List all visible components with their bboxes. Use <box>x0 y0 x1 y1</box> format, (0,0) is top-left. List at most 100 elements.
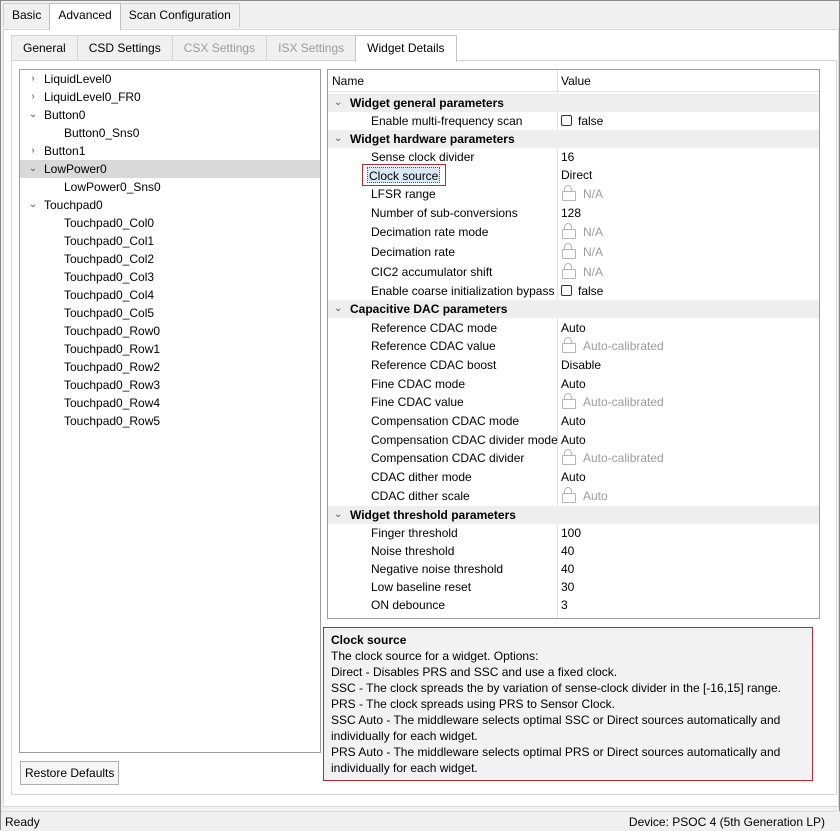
tree-item[interactable]: › LiquidLevel0_FR0 <box>20 88 320 106</box>
tab-general[interactable]: General <box>11 35 78 60</box>
property-row[interactable]: Finger threshold 100 <box>328 524 819 542</box>
chevron-down-icon[interactable]: ⌄ <box>334 94 342 112</box>
tree-item[interactable]: › Button1 <box>20 142 320 160</box>
property-row[interactable]: Negative noise threshold 40 <box>328 560 819 578</box>
property-grid[interactable]: Name Value ⌄ Widget general parameters E… <box>327 69 820 619</box>
tree-item[interactable]: ⌄ Touchpad0 <box>20 196 320 214</box>
property-value[interactable]: 100 <box>561 524 581 542</box>
category-row[interactable]: ⌄ Widget general parameters <box>328 94 819 112</box>
tab-basic[interactable]: Basic <box>3 3 51 27</box>
tree-item-label: Touchpad0_Row5 <box>64 414 161 428</box>
checkbox[interactable] <box>561 285 572 296</box>
property-row[interactable]: Compensation CDAC divider Auto-calibrate… <box>328 449 819 467</box>
property-row[interactable]: Number of sub-conversions 128 <box>328 204 819 222</box>
selected-property-highlight[interactable]: Clock source <box>362 164 446 186</box>
chevron-down-icon[interactable]: ⌄ <box>26 106 40 124</box>
category-row[interactable]: ⌄ Widget threshold parameters <box>328 506 819 524</box>
chevron-right-icon[interactable]: › <box>26 142 40 160</box>
property-value: N/A <box>561 185 603 203</box>
property-row[interactable]: CDAC dither scale Auto <box>328 487 819 505</box>
property-row[interactable]: Reference CDAC mode Auto <box>328 319 819 337</box>
property-row[interactable]: Fine CDAC value Auto-calibrated <box>328 393 819 411</box>
tree-item[interactable]: › LiquidLevel0 <box>20 70 320 88</box>
property-value[interactable]: 3 <box>561 596 568 614</box>
property-row[interactable]: Low baseline reset 30 <box>328 578 819 596</box>
property-value[interactable]: 40 <box>561 542 574 560</box>
property-row[interactable]: Decimation rate mode N/A <box>328 223 819 241</box>
property-value[interactable]: Disable <box>561 356 601 374</box>
tree-item[interactable]: Touchpad0_Row0 <box>20 322 320 340</box>
property-row[interactable]: Noise threshold 40 <box>328 542 819 560</box>
property-name: LFSR range <box>371 187 436 201</box>
tree-item[interactable]: LowPower0_Sns0 <box>20 178 320 196</box>
lock-icon <box>561 393 576 409</box>
tree-item[interactable]: Touchpad0_Col5 <box>20 304 320 322</box>
property-row[interactable]: LFSR range N/A <box>328 185 819 203</box>
category-row[interactable]: ⌄ Widget hardware parameters <box>328 130 819 148</box>
property-value[interactable]: false <box>561 282 603 300</box>
tree-item[interactable]: Touchpad0_Row3 <box>20 376 320 394</box>
restore-defaults-button[interactable]: Restore Defaults <box>20 761 120 785</box>
property-value[interactable]: Auto <box>561 375 586 393</box>
property-value[interactable]: Auto <box>561 468 586 486</box>
tree-item[interactable]: Touchpad0_Row2 <box>20 358 320 376</box>
property-value[interactable]: Direct <box>561 166 592 184</box>
property-row[interactable]: Enable coarse initialization bypass fals… <box>328 282 819 300</box>
tab-widget-details[interactable]: Widget Details <box>355 35 457 62</box>
property-value[interactable]: 30 <box>561 578 574 596</box>
tree-item-label: Touchpad0_Col5 <box>64 306 155 320</box>
property-value[interactable]: 128 <box>561 204 581 222</box>
tree-item[interactable]: ⌄ Button0 <box>20 106 320 124</box>
tree-item[interactable]: Touchpad0_Row5 <box>20 412 320 430</box>
property-row[interactable]: Compensation CDAC mode Auto <box>328 412 819 430</box>
tab-csd-settings[interactable]: CSD Settings <box>76 35 173 60</box>
tree-item[interactable]: Touchpad0_Row1 <box>20 340 320 358</box>
column-header-value[interactable]: Value <box>561 74 591 88</box>
selected-property-name[interactable]: Clock source <box>367 167 441 183</box>
property-value[interactable]: false <box>561 112 603 130</box>
tree-item[interactable]: Button0_Sns0 <box>20 124 320 142</box>
chevron-down-icon[interactable]: ⌄ <box>334 130 342 148</box>
property-name: Decimation rate <box>371 245 456 259</box>
property-row[interactable]: CIC2 accumulator shift N/A <box>328 263 819 281</box>
property-name: CDAC dither mode <box>371 470 472 484</box>
tree-item[interactable]: Touchpad0_Col3 <box>20 268 320 286</box>
tree-item[interactable]: Touchpad0_Col0 <box>20 214 320 232</box>
property-row[interactable]: ON debounce 3 <box>328 596 819 614</box>
property-row[interactable]: CDAC dither mode Auto <box>328 468 819 486</box>
tree-item[interactable]: Touchpad0_Row4 <box>20 394 320 412</box>
property-row[interactable]: Fine CDAC mode Auto <box>328 375 819 393</box>
property-value[interactable]: Auto <box>561 431 586 449</box>
property-value[interactable]: 40 <box>561 560 574 578</box>
chevron-down-icon[interactable]: ⌄ <box>334 300 342 318</box>
checkbox[interactable] <box>561 115 572 126</box>
lock-icon <box>561 337 576 353</box>
property-row[interactable]: Compensation CDAC divider mode Auto <box>328 431 819 449</box>
property-value[interactable]: Auto <box>561 412 586 430</box>
property-name: Reference CDAC value <box>371 339 496 353</box>
property-row[interactable]: Enable multi-frequency scan false <box>328 112 819 130</box>
tree-item[interactable]: Touchpad0_Col1 <box>20 232 320 250</box>
tab-scan-configuration[interactable]: Scan Configuration <box>119 3 240 27</box>
tree-item-label: LowPower0 <box>44 162 107 176</box>
chevron-right-icon[interactable]: › <box>26 88 40 106</box>
category-row[interactable]: ⌄ Capacitive DAC parameters <box>328 300 819 318</box>
tree-item-selected[interactable]: ⌄ LowPower0 <box>20 160 320 178</box>
chevron-right-icon[interactable]: › <box>26 70 40 88</box>
property-row[interactable]: Decimation rate N/A <box>328 243 819 261</box>
tree-item[interactable]: Touchpad0_Col2 <box>20 250 320 268</box>
chevron-down-icon[interactable]: ⌄ <box>334 506 342 524</box>
tree-item-label: Touchpad0_Col0 <box>64 216 155 230</box>
chevron-down-icon[interactable]: ⌄ <box>26 196 40 214</box>
chevron-down-icon[interactable]: ⌄ <box>26 160 40 178</box>
property-row[interactable]: Reference CDAC boost Disable <box>328 356 819 374</box>
tab-advanced[interactable]: Advanced <box>49 3 121 30</box>
tree-item-label: LiquidLevel0_FR0 <box>44 90 141 104</box>
property-row[interactable]: Reference CDAC value Auto-calibrated <box>328 337 819 355</box>
tree-item[interactable]: Touchpad0_Col4 <box>20 286 320 304</box>
description-line: SSC Auto - The middleware selects optima… <box>331 713 781 727</box>
widget-tree[interactable]: › LiquidLevel0 › LiquidLevel0_FR0 ⌄ Butt… <box>19 69 321 753</box>
property-value[interactable]: 16 <box>561 148 574 166</box>
property-value[interactable]: Auto <box>561 319 586 337</box>
column-header-name[interactable]: Name <box>332 74 364 88</box>
